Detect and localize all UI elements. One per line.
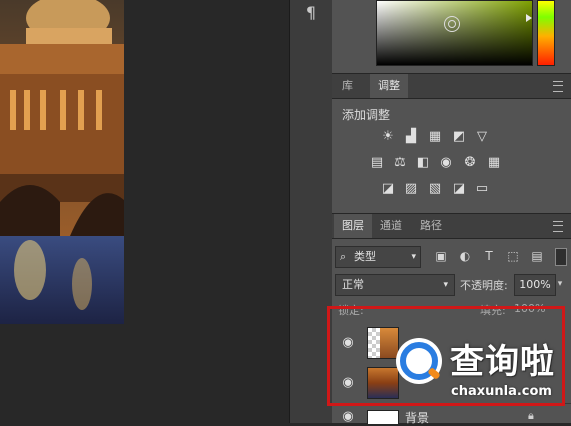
paragraph-panel-button[interactable]: ¶ [300, 2, 322, 24]
layers-tabbar: 图层 通道 路径 [332, 213, 571, 239]
canvas-background [124, 0, 289, 423]
color-picker-ring-icon[interactable] [444, 16, 460, 32]
canvas-image[interactable] [0, 0, 124, 324]
shape-filter-icon[interactable]: ⬚ [505, 248, 521, 264]
filter-toggle-switch[interactable] [555, 248, 567, 266]
panel-menu-icon[interactable] [553, 81, 563, 92]
background-layer-thumbnail [367, 410, 399, 424]
hue-saturation-icon[interactable]: ▤ [369, 155, 385, 171]
tab-adjustments[interactable]: 调整 [370, 74, 408, 98]
tab-library[interactable]: 库 [334, 74, 361, 98]
opacity-label: 不透明度: [460, 279, 508, 292]
photo-filter-icon[interactable]: ◉ [438, 155, 454, 171]
color-lookup-icon[interactable]: ▦ [486, 155, 502, 171]
selective-color-icon[interactable]: ◪ [451, 181, 467, 197]
pixel-filter-icon[interactable]: ▣ [433, 248, 449, 264]
search-icon: ⌕ [340, 250, 347, 263]
posterize-icon[interactable]: ▨ [403, 181, 419, 197]
canvas-photo-render [0, 0, 124, 324]
background-layer-name: 背景 [405, 411, 430, 425]
exposure-icon[interactable]: ◩ [451, 129, 467, 145]
watermark-url: chaxunla.com [451, 384, 552, 399]
black-white-icon[interactable]: ◧ [415, 155, 431, 171]
levels-icon[interactable]: ▟ [403, 129, 419, 145]
channel-mixer-icon[interactable]: ❂ [462, 155, 478, 171]
hue-slider[interactable] [537, 0, 555, 66]
chevron-down-icon: ▾ [443, 280, 448, 290]
tab-layers[interactable]: 图层 [334, 214, 372, 238]
layers-panel-menu-icon[interactable] [553, 221, 563, 232]
chevron-down-icon: ▾ [411, 252, 416, 262]
lock-icon: 🔒︎ [528, 409, 534, 422]
layer-filter-kind-select[interactable]: ⌕ 类型 ▾ [335, 246, 421, 268]
color-field[interactable] [376, 0, 533, 66]
vibrance-icon[interactable]: ▽ [474, 129, 490, 145]
watermark-brand: 查询啦 [450, 342, 555, 382]
blend-mode-select[interactable]: 正常 ▾ [335, 274, 455, 296]
curves-icon[interactable]: ▦ [427, 129, 443, 145]
filter-kind-value: 类型 [354, 250, 376, 263]
adjustment-filter-icon[interactable]: ◐ [457, 248, 473, 264]
tab-paths[interactable]: 路径 [412, 214, 450, 238]
chevron-down-icon[interactable]: ▾ [554, 274, 566, 294]
invert-icon[interactable]: ◪ [380, 181, 396, 197]
tab-channels[interactable]: 通道 [372, 214, 410, 238]
blend-mode-value: 正常 [342, 278, 364, 291]
threshold-icon[interactable]: ▧ [427, 181, 443, 197]
hue-slider-arrow-icon[interactable] [526, 14, 532, 22]
type-filter-icon[interactable]: T [481, 248, 497, 264]
add-adjustment-label: 添加调整 [342, 108, 391, 122]
opacity-input[interactable]: 100% [514, 274, 556, 296]
smart-object-filter-icon[interactable]: ▤ [529, 248, 545, 264]
brightness-icon[interactable]: ☀ [380, 129, 396, 145]
gradient-map-icon[interactable]: ▭ [474, 181, 490, 197]
adjustments-tabbar: 库 调整 [332, 73, 571, 99]
color-balance-icon[interactable]: ⚖ [392, 155, 408, 171]
